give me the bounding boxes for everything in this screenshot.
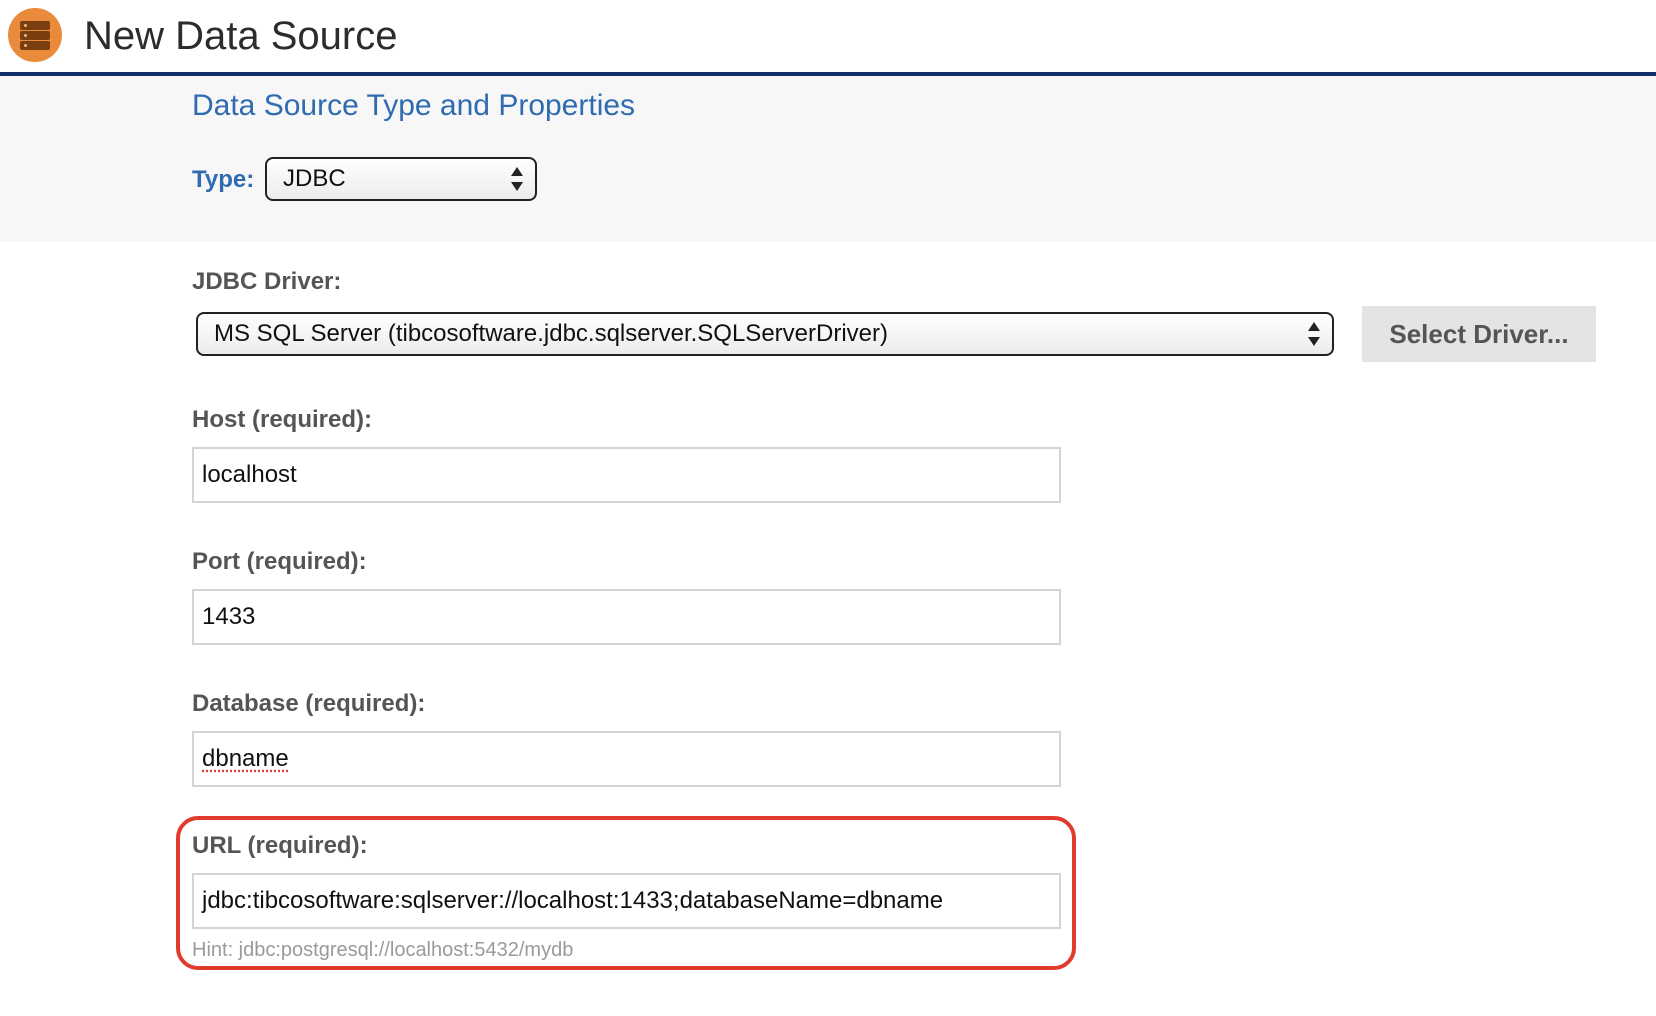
updown-arrows-icon xyxy=(511,167,523,191)
page-header: New Data Source xyxy=(0,0,1656,76)
host-input[interactable]: localhost xyxy=(192,447,1061,503)
type-select-value: JDBC xyxy=(283,165,346,192)
url-input-value: jdbc:tibcosoftware:sqlserver://localhost… xyxy=(202,887,944,914)
url-label: URL (required): xyxy=(192,832,368,859)
type-select[interactable]: JDBC xyxy=(265,157,537,201)
select-driver-button[interactable]: Select Driver... xyxy=(1362,306,1596,362)
type-label: Type: xyxy=(192,166,255,193)
database-label: Database (required): xyxy=(192,690,426,717)
page-title: New Data Source xyxy=(84,14,398,58)
jdbc-driver-select[interactable]: MS SQL Server (tibcosoftware.jdbc.sqlser… xyxy=(196,312,1334,356)
url-input[interactable]: jdbc:tibcosoftware:sqlserver://localhost… xyxy=(192,873,1061,929)
port-input-value: 1433 xyxy=(202,603,256,630)
jdbc-driver-value: MS SQL Server (tibcosoftware.jdbc.sqlser… xyxy=(214,320,888,347)
host-input-value: localhost xyxy=(202,461,297,488)
jdbc-driver-label: JDBC Driver: xyxy=(192,268,342,295)
host-label: Host (required): xyxy=(192,406,372,433)
database-input-value: dbname xyxy=(202,745,289,772)
type-panel: Data Source Type and Properties Type: JD… xyxy=(0,76,1656,242)
database-input[interactable]: dbname xyxy=(192,731,1061,787)
section-title: Data Source Type and Properties xyxy=(192,89,636,122)
port-input[interactable]: 1433 xyxy=(192,589,1061,645)
database-icon xyxy=(8,8,62,62)
updown-arrows-icon xyxy=(1308,322,1320,346)
port-label: Port (required): xyxy=(192,548,367,575)
url-hint: Hint: jdbc:postgresql://localhost:5432/m… xyxy=(192,939,574,961)
